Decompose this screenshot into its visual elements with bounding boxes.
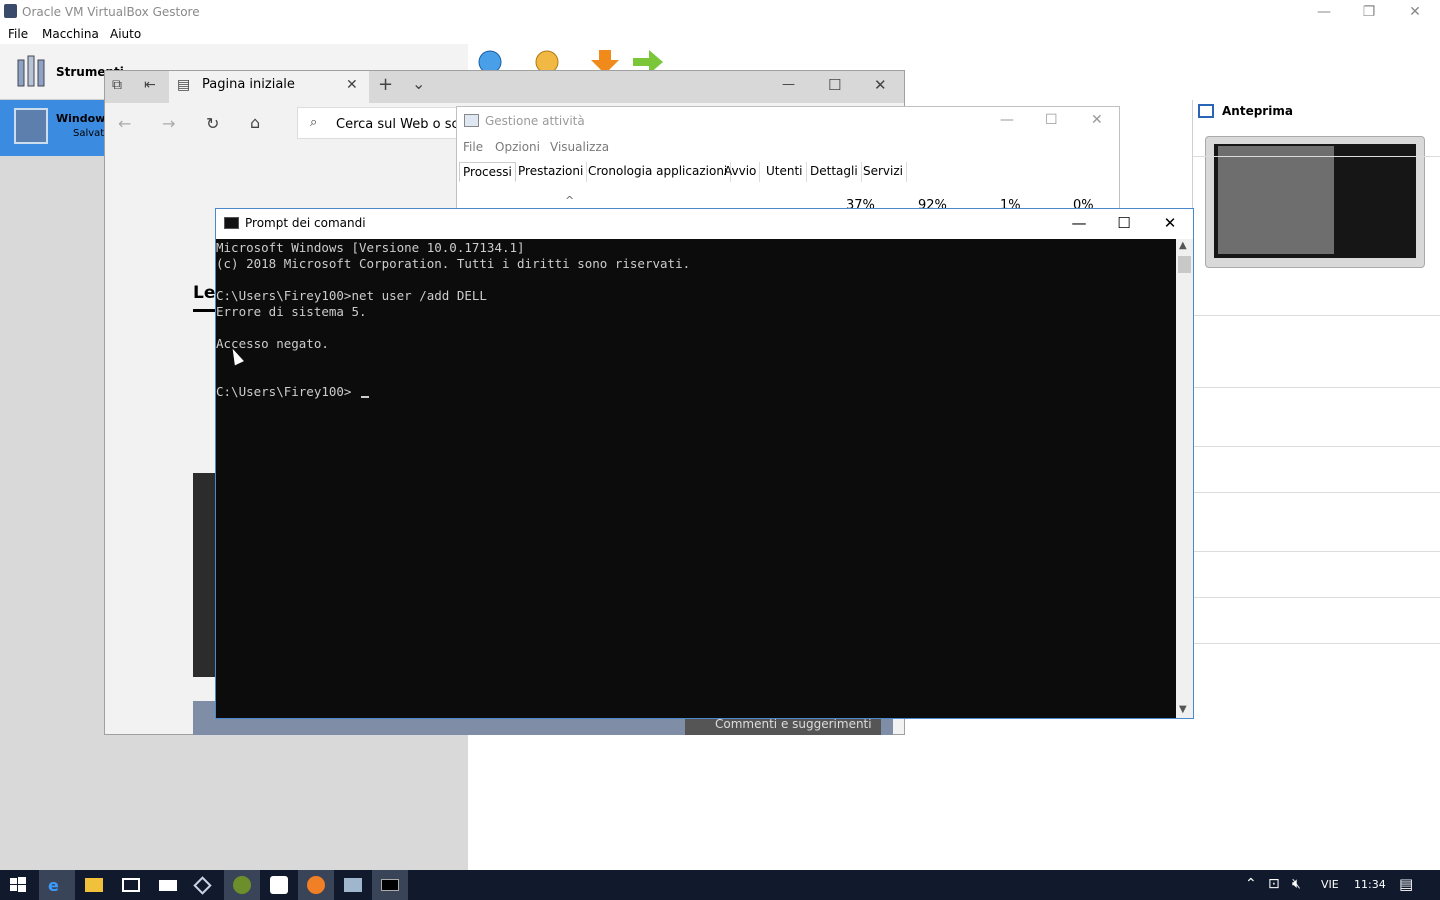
tm-maximize-button[interactable]: ☐ xyxy=(1045,112,1058,128)
windows10-vm-icon xyxy=(14,108,48,144)
edge-tab-label: Pagina iniziale xyxy=(202,77,295,92)
store-icon[interactable] xyxy=(122,878,140,892)
menu-aiuto[interactable]: Aiuto xyxy=(110,27,141,41)
cmd-minimize-button[interactable]: — xyxy=(1064,212,1094,234)
cmd-output-line: Errore di sistema 5. xyxy=(216,304,367,319)
scroll-thumb[interactable] xyxy=(1178,256,1191,273)
preview-header: Anteprima xyxy=(1222,104,1293,118)
tm-menu-view[interactable]: Visualizza xyxy=(550,140,609,154)
vb-minimize-button[interactable]: — xyxy=(1309,2,1339,22)
tab-dropdown-icon[interactable]: ⌄ xyxy=(412,74,425,93)
back-arrow-icon[interactable]: ← xyxy=(118,114,131,133)
panel-divider xyxy=(1193,492,1440,493)
clock[interactable]: 11:34 xyxy=(1354,878,1386,891)
panel-divider xyxy=(1193,551,1440,552)
forward-arrow-icon[interactable]: → xyxy=(162,114,175,133)
edge-tab-close-icon[interactable]: ✕ xyxy=(346,77,358,93)
tab-processi[interactable]: Processi xyxy=(459,162,516,182)
scroll-down-icon[interactable]: ▼ xyxy=(1179,704,1187,715)
virtualbox-title: Oracle VM VirtualBox Gestore xyxy=(22,5,200,19)
tools-icon xyxy=(17,55,45,87)
panel-divider xyxy=(1193,597,1440,598)
refresh-icon[interactable]: ↻ xyxy=(206,114,219,133)
network-icon[interactable]: ⊡ xyxy=(1268,876,1280,892)
scroll-up-icon[interactable]: ▲ xyxy=(1179,240,1187,251)
set-aside-tabs-icon[interactable]: ⇤ xyxy=(144,77,156,93)
tm-menu-file[interactable]: File xyxy=(463,140,483,154)
panel-divider xyxy=(1193,156,1440,157)
task-manager-icon xyxy=(464,114,479,127)
cards-app-icon[interactable] xyxy=(270,876,288,894)
file-explorer-icon[interactable] xyxy=(85,878,103,892)
menu-macchina[interactable]: Macchina xyxy=(42,27,99,41)
tab-prestazioni[interactable]: Prestazioni xyxy=(515,162,588,182)
panel-divider xyxy=(1193,446,1440,447)
tab-servizi[interactable]: Servizi xyxy=(860,162,908,182)
cmd-taskbar-icon xyxy=(381,879,399,891)
cmd-window[interactable] xyxy=(215,208,1194,719)
virtualbox-menubar xyxy=(0,24,1440,44)
task-manager-title: Gestione attività xyxy=(485,114,585,128)
mail-icon[interactable] xyxy=(159,880,177,891)
green-app-icon xyxy=(233,876,251,894)
tab-utenti[interactable]: Utenti xyxy=(763,162,807,182)
vb-close-button[interactable]: ✕ xyxy=(1400,2,1430,22)
tab-dettagli[interactable]: Dettagli xyxy=(807,162,862,182)
tab-actions-icon[interactable]: ⧉ xyxy=(112,77,122,93)
cmd-output-line: Microsoft Windows [Versione 10.0.17134.1… xyxy=(216,240,525,255)
taskbar xyxy=(0,870,1440,900)
panel-divider xyxy=(1193,315,1440,316)
action-center-icon[interactable]: ▤ xyxy=(1399,875,1413,893)
show-hidden-icons[interactable]: ⌃ xyxy=(1245,876,1257,892)
panel-divider xyxy=(1193,643,1440,644)
cmd-output-line: C:\Users\Firey100>net user /add DELL xyxy=(216,288,487,303)
home-icon[interactable]: ⌂ xyxy=(250,113,260,132)
firefox-icon xyxy=(307,876,325,894)
edge-icon: e xyxy=(48,876,59,895)
edge-heading-underline xyxy=(193,309,217,312)
virtualbox-logo-icon xyxy=(4,4,17,18)
cmd-title: Prompt dei comandi xyxy=(245,216,366,230)
cmd-icon xyxy=(224,217,239,229)
new-tab-button[interactable]: + xyxy=(378,74,393,95)
cmd-close-button[interactable]: ✕ xyxy=(1155,212,1185,234)
cmd-prompt-line[interactable]: C:\Users\Firey100> xyxy=(216,384,351,399)
cmd-cursor xyxy=(361,396,369,398)
panel-divider xyxy=(1193,387,1440,388)
edge-search-input[interactable]: Cerca sul Web o scriv xyxy=(336,117,475,132)
edge-feedback-button[interactable]: Commenti e suggerimenti xyxy=(685,717,881,735)
edge-maximize-button[interactable]: ☐ xyxy=(828,76,841,94)
tm-menu-options[interactable]: Opzioni xyxy=(495,140,540,154)
tab-cronologia[interactable]: Cronologia applicazioni xyxy=(585,162,732,182)
tab-avvio[interactable]: Avvio xyxy=(721,162,761,182)
windows-start-icon[interactable] xyxy=(9,876,27,894)
virtualbox-titlebar xyxy=(0,0,1440,24)
tm-minimize-button[interactable]: — xyxy=(1000,112,1014,128)
sort-chevron-icon[interactable]: ^ xyxy=(565,194,574,207)
preview-icon xyxy=(1198,104,1214,118)
search-icon: ⌕ xyxy=(310,115,318,130)
cmd-maximize-button[interactable]: ☐ xyxy=(1109,212,1139,234)
edge-content-heading: Le xyxy=(193,283,216,303)
edge-minimize-button[interactable]: — xyxy=(782,77,795,92)
volume-muted-icon[interactable]: 🔇︎ xyxy=(1292,876,1301,892)
edge-tab-page-icon: ▤ xyxy=(177,77,191,93)
cmd-output-line: (c) 2018 Microsoft Corporation. Tutti i … xyxy=(216,256,691,271)
vm-state: Salvat xyxy=(73,128,105,139)
cmd-scrollbar[interactable] xyxy=(1176,239,1193,718)
task-manager-taskbar-icon[interactable] xyxy=(344,878,362,892)
preview-window-thumbnail xyxy=(1218,146,1334,254)
vb-restore-button[interactable]: ❐ xyxy=(1354,2,1384,22)
edge-close-button[interactable]: ✕ xyxy=(874,76,887,94)
tm-close-button[interactable]: ✕ xyxy=(1091,112,1103,128)
edge-carousel xyxy=(193,473,217,677)
language-indicator[interactable]: VIE xyxy=(1321,878,1339,891)
menu-file[interactable]: File xyxy=(8,27,28,41)
